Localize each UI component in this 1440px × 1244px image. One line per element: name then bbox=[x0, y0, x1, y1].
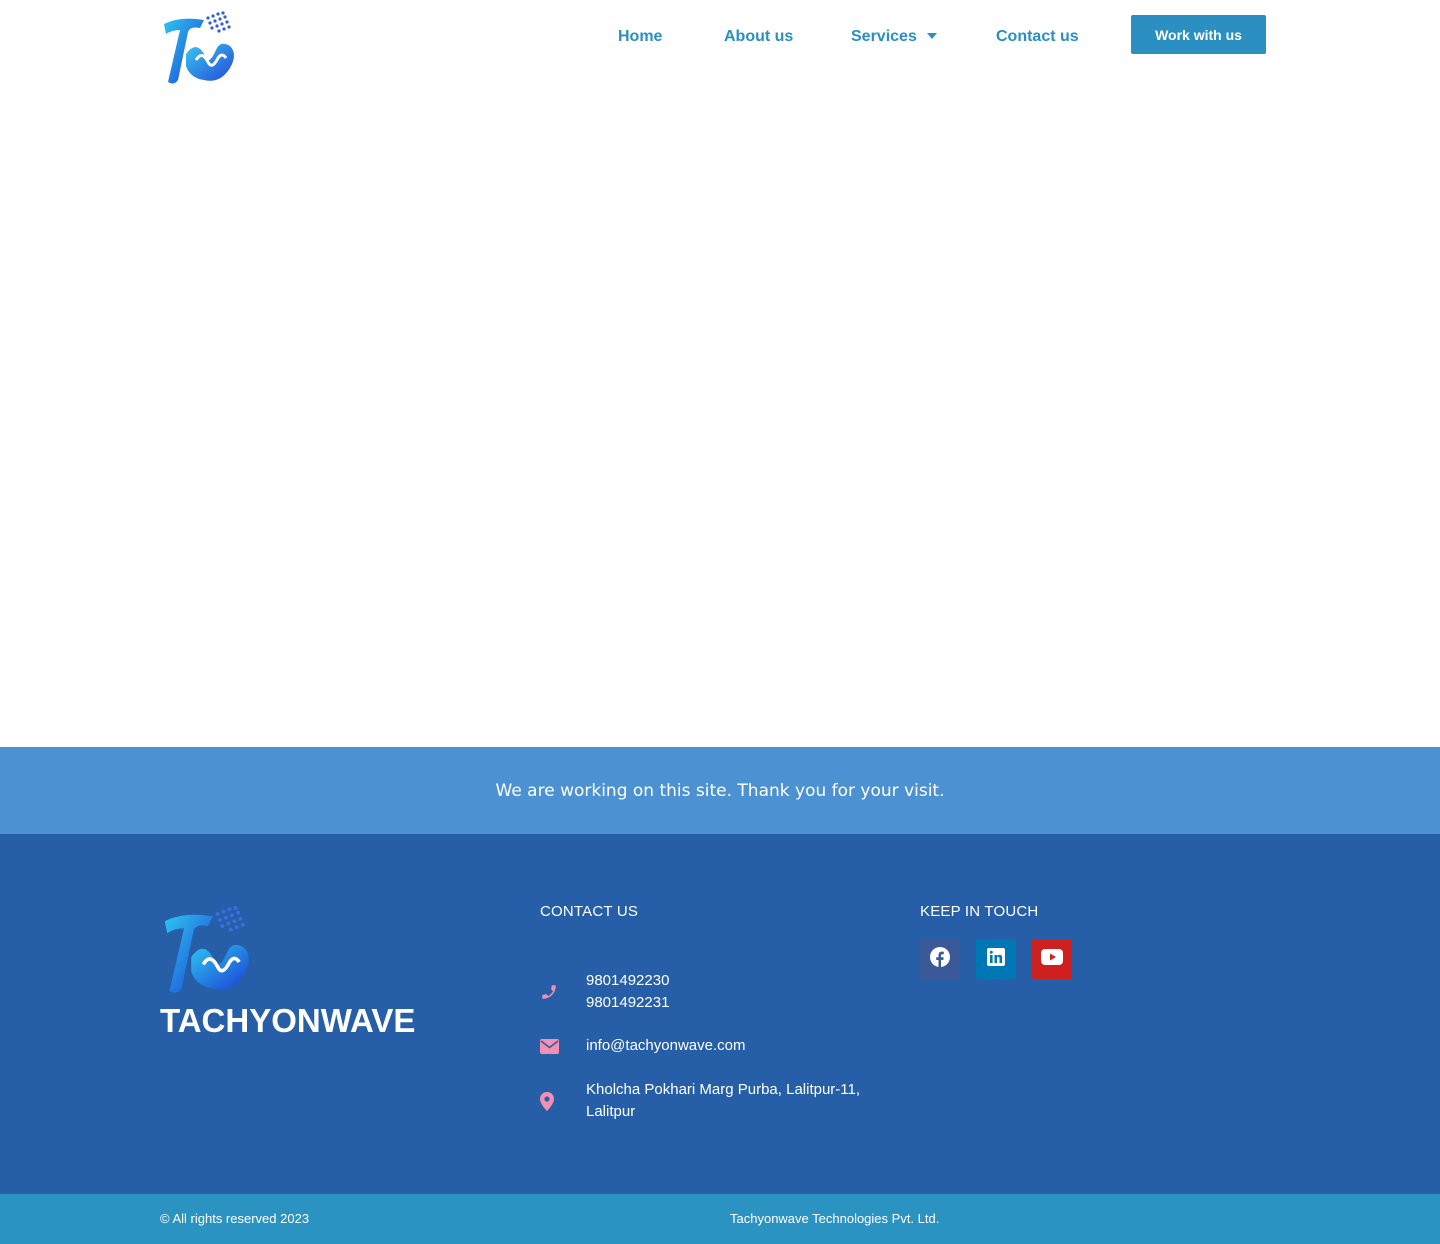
nav-services-label: Services bbox=[851, 28, 917, 45]
envelope-icon bbox=[540, 1038, 586, 1054]
address-line-1: Kholcha Pokhari Marg Purba, Lalitpur-11, bbox=[586, 1081, 861, 1098]
notice-banner: We are working on this site. Thank you f… bbox=[0, 747, 1440, 834]
facebook-icon bbox=[930, 946, 950, 972]
keep-in-touch-heading: KEEP IN TOUCH bbox=[920, 903, 1039, 920]
footer-logo[interactable] bbox=[160, 904, 256, 996]
work-with-us-button[interactable]: Work with us bbox=[1131, 15, 1266, 54]
site-header: Home About us Services Contact us Work w… bbox=[0, 0, 1440, 100]
bottom-bar: © All rights reserved 2023 Tachyonwave T… bbox=[0, 1194, 1440, 1244]
email-row: info@tachyonwave.com bbox=[540, 1035, 745, 1057]
contact-heading: CONTACT US bbox=[540, 903, 639, 920]
linkedin-icon bbox=[987, 947, 1005, 971]
linkedin-link[interactable] bbox=[976, 939, 1016, 979]
company-name: Tachyonwave Technologies Pvt. Ltd. bbox=[730, 1211, 940, 1226]
nav-home[interactable]: Home bbox=[618, 26, 662, 48]
phone-number-1[interactable]: 9801492230 bbox=[586, 970, 669, 992]
address-line-2: Lalitpur bbox=[586, 1103, 636, 1120]
nav-services[interactable]: Services bbox=[851, 26, 937, 48]
youtube-icon bbox=[1041, 948, 1063, 970]
copyright-text: © All rights reserved 2023 bbox=[160, 1211, 310, 1226]
caret-down-icon[interactable] bbox=[926, 32, 937, 39]
phone-row: 9801492230 9801492231 bbox=[540, 970, 669, 1014]
phone-number-2[interactable]: 9801492231 bbox=[586, 992, 669, 1014]
email-address[interactable]: info@tachyonwave.com bbox=[586, 1035, 745, 1057]
notice-text: We are working on this site. Thank you f… bbox=[495, 780, 945, 801]
nav-contact-us[interactable]: Contact us bbox=[996, 26, 1079, 48]
phone-icon bbox=[540, 983, 586, 1001]
brand-name: TACHYONWAVE bbox=[160, 1002, 416, 1039]
map-marker-icon bbox=[540, 1091, 586, 1111]
nav-about-us[interactable]: About us bbox=[724, 26, 793, 48]
address-row: Kholcha Pokhari Marg Purba, Lalitpur-11,… bbox=[540, 1079, 860, 1123]
youtube-link[interactable] bbox=[1032, 939, 1072, 979]
site-footer: TACHYONWAVE CONTACT US 9801492230 980149… bbox=[0, 834, 1440, 1194]
facebook-link[interactable] bbox=[920, 939, 960, 979]
